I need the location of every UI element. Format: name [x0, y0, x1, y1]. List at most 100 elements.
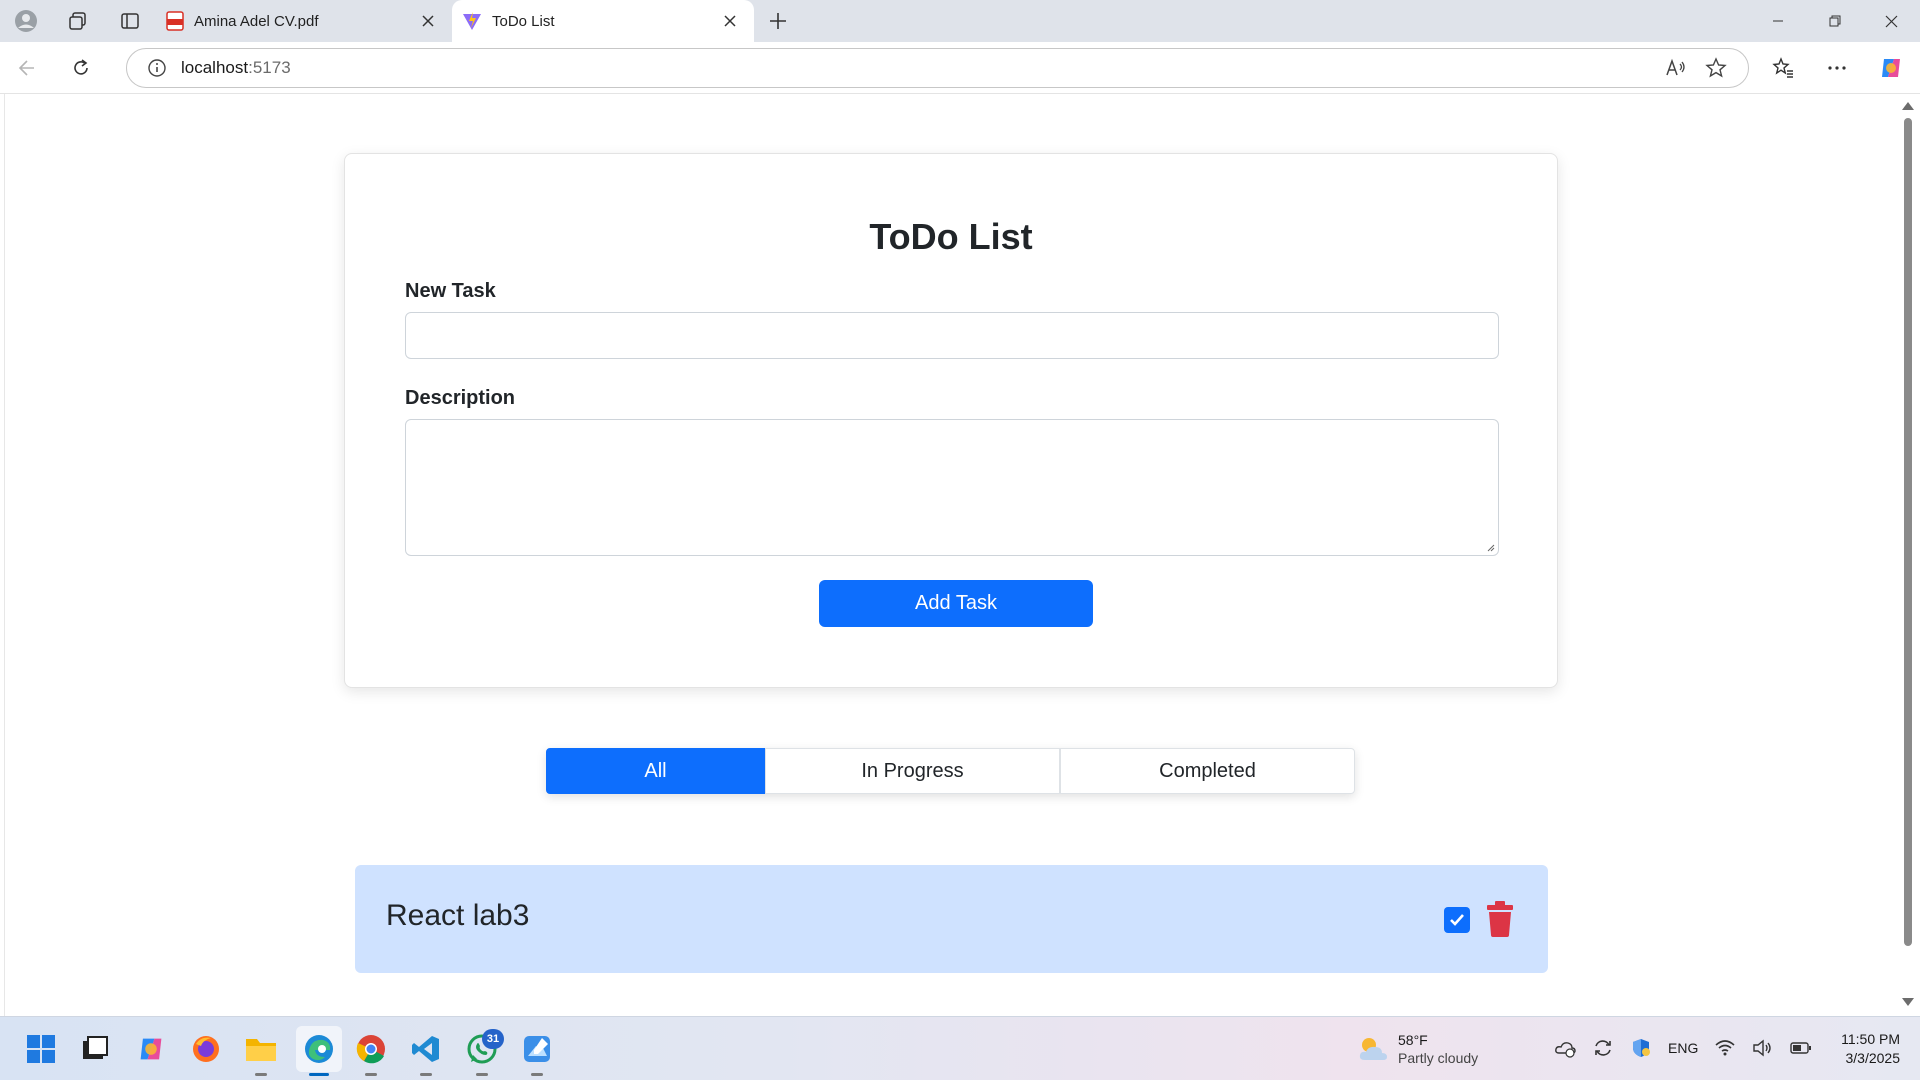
running-indicator [365, 1073, 377, 1076]
url-port: :5173 [248, 58, 291, 77]
running-indicator [420, 1073, 432, 1076]
workspaces-button[interactable] [52, 0, 104, 42]
restore-icon [1829, 15, 1840, 27]
volume-icon[interactable] [1752, 1038, 1774, 1058]
url-text[interactable]: localhost:5173 [181, 58, 1656, 78]
clock-time: 11:50 PM [1841, 1031, 1900, 1047]
running-indicator [476, 1073, 488, 1076]
filter-completed-button[interactable]: Completed [1060, 748, 1355, 794]
filter-in-progress-button[interactable]: In Progress [765, 748, 1060, 794]
pdf-icon [166, 11, 184, 31]
back-button[interactable] [0, 42, 54, 94]
clock-date: 3/3/2025 [1845, 1050, 1901, 1066]
weather-temperature: 58°F [1398, 1032, 1428, 1048]
vertical-tabs-button[interactable] [104, 0, 156, 42]
file-explorer-icon[interactable] [241, 1029, 281, 1069]
minimize-icon [1772, 20, 1783, 22]
filter-all-button[interactable]: All [546, 748, 765, 794]
close-window-button[interactable] [1863, 0, 1920, 42]
weather-condition: Partly cloudy [1398, 1050, 1479, 1066]
new-task-input[interactable] [405, 312, 1499, 359]
copilot-icon [1882, 59, 1900, 77]
active-app-indicator [309, 1073, 329, 1076]
tab-todo-list[interactable]: ToDo List [452, 0, 754, 42]
checkmark-icon [1450, 914, 1464, 926]
new-task-label: New Task [405, 280, 496, 302]
scroll-down-arrow-icon[interactable] [1902, 998, 1914, 1006]
system-tray: ENG [1554, 1037, 1812, 1059]
task-title: React lab3 [386, 899, 530, 932]
add-task-button[interactable]: Add Task [819, 580, 1093, 627]
toolbar-right-buttons [1756, 42, 1918, 94]
close-icon [422, 15, 434, 27]
refresh-button[interactable] [54, 42, 108, 94]
url-host: localhost [181, 58, 249, 77]
security-shield-icon[interactable] [1630, 1037, 1652, 1059]
copilot-button[interactable] [1864, 42, 1918, 94]
notification-badge: 31 [482, 1029, 504, 1049]
description-textarea[interactable] [405, 419, 1499, 556]
vertical-scrollbar[interactable] [1896, 94, 1920, 1016]
partly-cloudy-icon [1359, 1038, 1387, 1060]
vscode-icon[interactable] [406, 1029, 446, 1069]
sync-icon[interactable] [1592, 1037, 1614, 1059]
task-complete-checkbox[interactable] [1444, 907, 1470, 933]
resize-handle-icon[interactable] [1485, 542, 1495, 552]
paint-icon[interactable] [517, 1029, 557, 1069]
restore-button[interactable] [1806, 0, 1863, 42]
more-options-button[interactable] [1810, 42, 1864, 94]
onedrive-icon[interactable] [1554, 1038, 1576, 1058]
star-icon [1705, 57, 1727, 78]
close-tab-button[interactable] [718, 9, 742, 33]
windows-taskbar: 31 58°F Partly cloudy ENG 11:50 PM 3/3/2… [0, 1016, 1920, 1080]
tab-cv-pdf[interactable]: Amina Adel CV.pdf [156, 0, 452, 42]
more-icon [1828, 66, 1846, 70]
tab-title: Amina Adel CV.pdf [194, 12, 319, 30]
read-aloud-button[interactable] [1656, 50, 1696, 86]
plus-icon [770, 13, 786, 29]
battery-icon[interactable] [1790, 1041, 1812, 1055]
address-bar[interactable]: localhost:5173 [126, 48, 1749, 88]
browser-toolbar: localhost:5173 [0, 42, 1920, 94]
vite-icon [463, 12, 481, 30]
scrollbar-thumb[interactable] [1904, 118, 1912, 946]
close-icon [1885, 15, 1898, 27]
edge-icon[interactable] [296, 1026, 342, 1072]
system-clock[interactable]: 11:50 PM 3/3/2025 [1820, 1030, 1900, 1068]
profile-button[interactable] [0, 0, 52, 42]
info-icon[interactable] [147, 58, 167, 78]
running-indicator [255, 1073, 267, 1076]
browser-tab-strip: Amina Adel CV.pdf ToDo List [0, 0, 1920, 42]
windows-start-icon[interactable] [21, 1029, 61, 1069]
chrome-icon[interactable] [351, 1029, 391, 1069]
task-view-icon[interactable] [75, 1029, 115, 1069]
language-indicator[interactable]: ENG [1668, 1040, 1698, 1056]
window-controls [1749, 0, 1920, 42]
trash-icon[interactable] [1485, 901, 1515, 937]
favorites-button[interactable] [1756, 42, 1810, 94]
description-label: Description [405, 387, 516, 409]
filter-button-group: All In Progress Completed [546, 748, 1355, 794]
profile-icon [15, 10, 37, 32]
favorite-button[interactable] [1696, 50, 1736, 86]
page-viewport: ToDo List New Task Description Add Task … [4, 94, 1900, 1016]
new-tab-button[interactable] [754, 0, 802, 42]
close-icon [724, 15, 736, 27]
close-tab-button[interactable] [416, 9, 440, 33]
copilot-icon[interactable] [131, 1029, 171, 1069]
vertical-tabs-icon [121, 13, 139, 29]
task-item: React lab3 [355, 865, 1548, 973]
add-task-card: ToDo List New Task Description Add Task [344, 153, 1558, 688]
refresh-icon [74, 58, 88, 75]
minimize-button[interactable] [1749, 0, 1806, 42]
tab-title: ToDo List [492, 12, 555, 30]
scroll-up-arrow-icon[interactable] [1902, 102, 1914, 110]
workspaces-icon [69, 12, 86, 30]
favorites-icon [1772, 57, 1793, 78]
wifi-icon[interactable] [1714, 1038, 1736, 1058]
firefox-icon[interactable] [186, 1029, 226, 1069]
page-title: ToDo List [869, 216, 1033, 257]
running-indicator [531, 1073, 543, 1076]
back-arrow-icon [18, 59, 34, 76]
weather-widget[interactable]: 58°F Partly cloudy [1356, 1031, 1478, 1067]
